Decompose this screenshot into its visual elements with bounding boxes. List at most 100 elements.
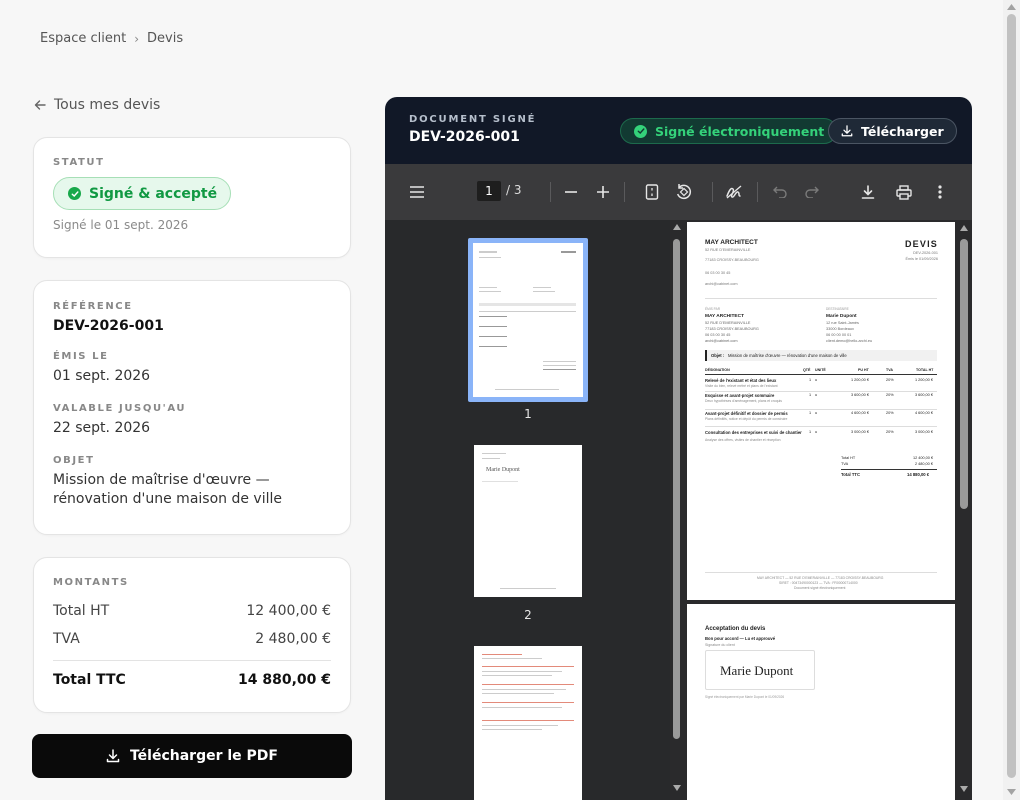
quote-from-line: 77183 CROISSY-BEAUBOURG <box>705 327 759 331</box>
back-link-label: Tous mes devis <box>54 97 161 113</box>
quote-total-label: Total HT <box>841 456 856 460</box>
page-number-input[interactable]: 1 <box>477 181 501 201</box>
rotate-icon[interactable] <box>675 183 693 201</box>
quote-to-name: Marie Dupont <box>826 314 857 319</box>
acceptance-accord: Bon pour accord — Lu et approuvé <box>705 636 776 641</box>
scroll-down-arrow-icon[interactable] <box>673 785 681 791</box>
quote-line-pu: 1 200,00 € <box>851 378 869 382</box>
breadcrumb-root[interactable]: Espace client <box>40 31 126 46</box>
amount-label: TVA <box>53 631 80 647</box>
download-icon[interactable] <box>859 183 877 201</box>
menu-icon[interactable] <box>408 183 426 201</box>
thumbnail-page-2[interactable]: Marie Dupont <box>474 445 582 597</box>
pages-scrollbar-thumb[interactable] <box>960 239 968 509</box>
quote-col-header: QTÉ <box>803 368 811 372</box>
scroll-down-arrow-icon[interactable] <box>960 786 968 792</box>
quote-line-unit: u <box>815 378 818 382</box>
redo-icon[interactable] <box>803 183 821 201</box>
quote-total-ttc-label: Total TTC <box>841 472 860 477</box>
quote-line-desc: Deux hypothèses d'aménagement, plans et … <box>705 399 782 403</box>
quote-total-ttc-value: 14 880,00 € <box>907 472 930 477</box>
scroll-up-arrow-icon[interactable] <box>1007 4 1016 10</box>
thumbnail-page-1[interactable] <box>473 243 583 397</box>
signature-box: Marie Dupont <box>705 650 815 690</box>
status-label: STATUT <box>53 157 105 168</box>
quote-line-qty: 1 <box>809 393 812 397</box>
check-circle-icon <box>68 187 81 200</box>
check-circle-icon <box>634 124 647 138</box>
quote-from-name: MAY ARCHITECT <box>705 314 744 319</box>
undo-icon[interactable] <box>771 183 789 201</box>
viewer-download-button[interactable]: Télécharger <box>828 118 957 144</box>
toolbar-divider <box>712 182 713 202</box>
quote-to-line: client.demo@hello-archi.eu <box>826 339 873 343</box>
document-viewer: DOCUMENT SIGNÉ DEV-2026-001 Signé électr… <box>385 97 972 800</box>
quote-footer-rule <box>705 572 937 573</box>
toolbar-divider <box>550 182 551 202</box>
quote-from-line: 52 RUE D'EMERAINVILLE <box>705 321 751 325</box>
draw-signature-icon[interactable] <box>725 183 743 201</box>
total-value: 14 880,00 € <box>238 672 331 688</box>
quote-line-total: 4 600,00 € <box>915 411 933 415</box>
quote-line-desc: Plans définitifs, notice et dépôt du per… <box>705 417 788 421</box>
quote-line-tva: 20% <box>886 393 894 397</box>
breadcrumb-separator: › <box>134 31 140 46</box>
quote-line-title: Consultation des entreprises et suivi de… <box>705 430 802 435</box>
quote-line-title: Avant-projet définitif et dossier de per… <box>705 411 788 416</box>
reference-card: RÉFÉRENCE DEV-2026-001 ÉMIS LE 01 sept. … <box>33 280 351 535</box>
scroll-up-arrow-icon[interactable] <box>960 225 968 231</box>
quote-doc-ref: DEV-2026-001 <box>913 251 938 255</box>
arrow-left-icon <box>34 100 46 110</box>
quote-row-rule <box>705 409 937 410</box>
quote-company-phone: 06 03 00 30 45 <box>705 271 731 275</box>
object-label: OBJET <box>53 455 95 466</box>
quote-to-label: DESTINATAIRE <box>826 307 849 311</box>
pages-scrollbar[interactable] <box>957 220 972 800</box>
quote-line-pu: 4 600,00 € <box>851 411 869 415</box>
scroll-down-arrow-icon[interactable] <box>1007 789 1016 795</box>
quote-line-pu: 3 600,00 € <box>851 393 869 397</box>
thumbnail-scrollbar-thumb[interactable] <box>673 239 680 739</box>
page-total: / 3 <box>506 183 522 197</box>
quote-line-total: 3 600,00 € <box>915 393 933 397</box>
thumbnail-page-3[interactable] <box>474 646 582 800</box>
quote-total-value: 12 400,00 € <box>913 456 934 460</box>
breadcrumb: Espace client › Devis <box>40 31 183 46</box>
back-to-quotes-link[interactable]: Tous mes devis <box>34 97 160 113</box>
zoom-in-icon[interactable] <box>594 183 612 201</box>
amount-row-total-ht: Total HT 12 400,00 € <box>53 603 331 619</box>
issued-label: ÉMIS LE <box>53 351 109 362</box>
reference-label: RÉFÉRENCE <box>53 301 133 312</box>
quote-to-line: 33000 Bordeaux <box>826 327 854 331</box>
status-badge: Signé & accepté <box>53 177 232 210</box>
zoom-out-icon[interactable] <box>562 183 580 201</box>
total-label: Total TTC <box>53 672 126 688</box>
quote-col-header: UNITÉ <box>815 368 826 372</box>
quote-header-rule <box>705 298 937 299</box>
amount-value: 12 400,00 € <box>246 603 331 619</box>
amounts-card: MONTANTS Total HT 12 400,00 € TVA 2 480,… <box>33 557 351 713</box>
quote-line-unit: u <box>815 411 818 415</box>
page-scrollbar[interactable] <box>1003 0 1020 800</box>
quote-object-text: Mission de maîtrise d'œuvre — rénovation… <box>728 353 847 358</box>
print-icon[interactable] <box>895 183 913 201</box>
valid-until-value: 22 sept. 2026 <box>53 420 151 436</box>
thumbnail-scrollbar[interactable] <box>670 220 684 800</box>
page-scrollbar-thumb[interactable] <box>1007 14 1016 778</box>
quote-footer: Document signé électroniquement <box>794 586 846 590</box>
fit-page-icon[interactable] <box>643 183 661 201</box>
quote-line-title: Esquisse et avant-projet sommaire <box>705 393 775 398</box>
scroll-up-arrow-icon[interactable] <box>673 224 681 230</box>
more-options-icon[interactable] <box>931 183 949 201</box>
quote-object-box: Objet : Mission de maîtrise d'œuvre — ré… <box>705 350 937 361</box>
quote-company-email: archi@cabinet.com <box>705 282 738 286</box>
quote-line-qty: 1 <box>809 411 812 415</box>
download-pdf-button[interactable]: Télécharger le PDF <box>32 734 352 778</box>
viewer-header-label: DOCUMENT SIGNÉ <box>409 114 537 125</box>
signature: Marie Dupont <box>720 663 794 678</box>
pdf-body: 1 Marie Dupont 2 MAY ARCHITECT 52 RUE D'… <box>385 220 972 800</box>
viewer-header: DOCUMENT SIGNÉ DEV-2026-001 Signé électr… <box>385 97 972 164</box>
thumbnail-panel[interactable]: 1 Marie Dupont 2 <box>385 220 670 800</box>
pdf-pages[interactable]: MAY ARCHITECT 52 RUE D'EMERAINVILLE 7718… <box>685 220 957 800</box>
quote-col-header: PU HT <box>858 368 869 372</box>
